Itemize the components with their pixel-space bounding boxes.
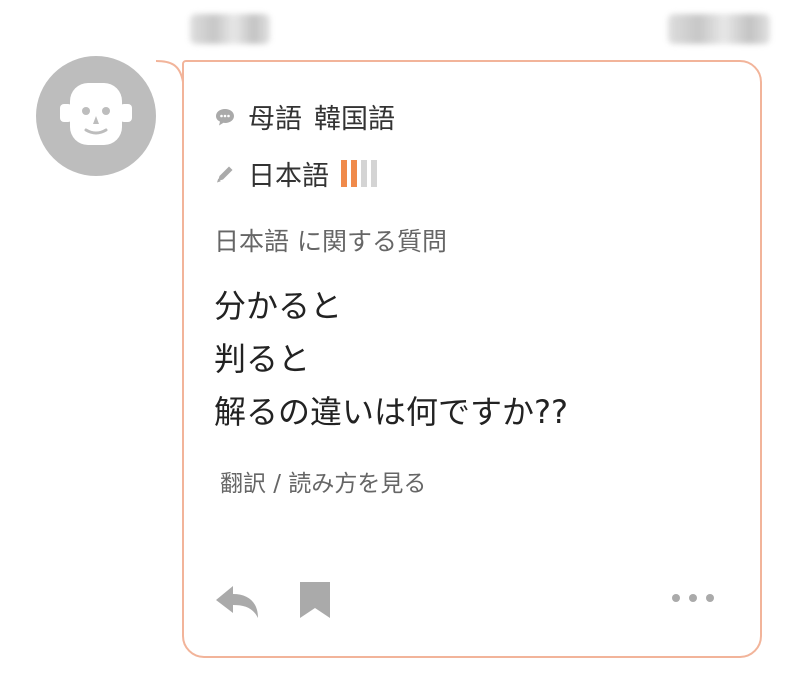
blurred-timestamp <box>668 14 770 44</box>
level-bar <box>341 160 347 187</box>
avatar[interactable] <box>36 56 156 176</box>
bookmark-button[interactable] <box>298 580 332 624</box>
question-category: 日本語 に関する質問 <box>214 227 447 256</box>
question-line: 判ると <box>214 340 311 378</box>
more-options-button[interactable] <box>668 590 718 610</box>
more-dots-icon <box>672 594 714 602</box>
speech-bubble-icon <box>216 108 234 125</box>
bookmark-icon <box>300 582 330 618</box>
level-bar <box>361 160 367 187</box>
learning-language-row: 日本語 <box>214 154 377 193</box>
level-bar <box>351 160 357 187</box>
question-card: 母語 韓国語 日本語 日本語 に関する質問 分かると判ると解るの違いは何ですか?… <box>182 60 762 658</box>
question-line: 解るの違いは何ですか?? <box>214 393 568 431</box>
default-face-icon <box>60 83 132 145</box>
proficiency-level-bars <box>341 160 377 187</box>
reply-button[interactable] <box>214 582 262 626</box>
native-language: 韓国語 <box>314 104 395 135</box>
translate-link[interactable]: 翻訳 / 読み方を見る <box>220 464 426 498</box>
question-text: 分かると判ると解るの違いは何ですか?? <box>214 280 568 439</box>
level-bar <box>371 160 377 187</box>
question-post-screen: 母語 韓国語 日本語 日本語 に関する質問 分かると判ると解るの違いは何ですか?… <box>0 0 800 690</box>
question-line: 分かると <box>214 287 343 325</box>
blurred-username <box>190 14 270 44</box>
native-language-row: 母語 韓国語 <box>214 97 395 136</box>
native-label: 母語 <box>248 104 302 135</box>
reply-icon <box>216 586 258 618</box>
learning-language: 日本語 <box>248 161 329 192</box>
pencil-icon <box>217 166 233 182</box>
